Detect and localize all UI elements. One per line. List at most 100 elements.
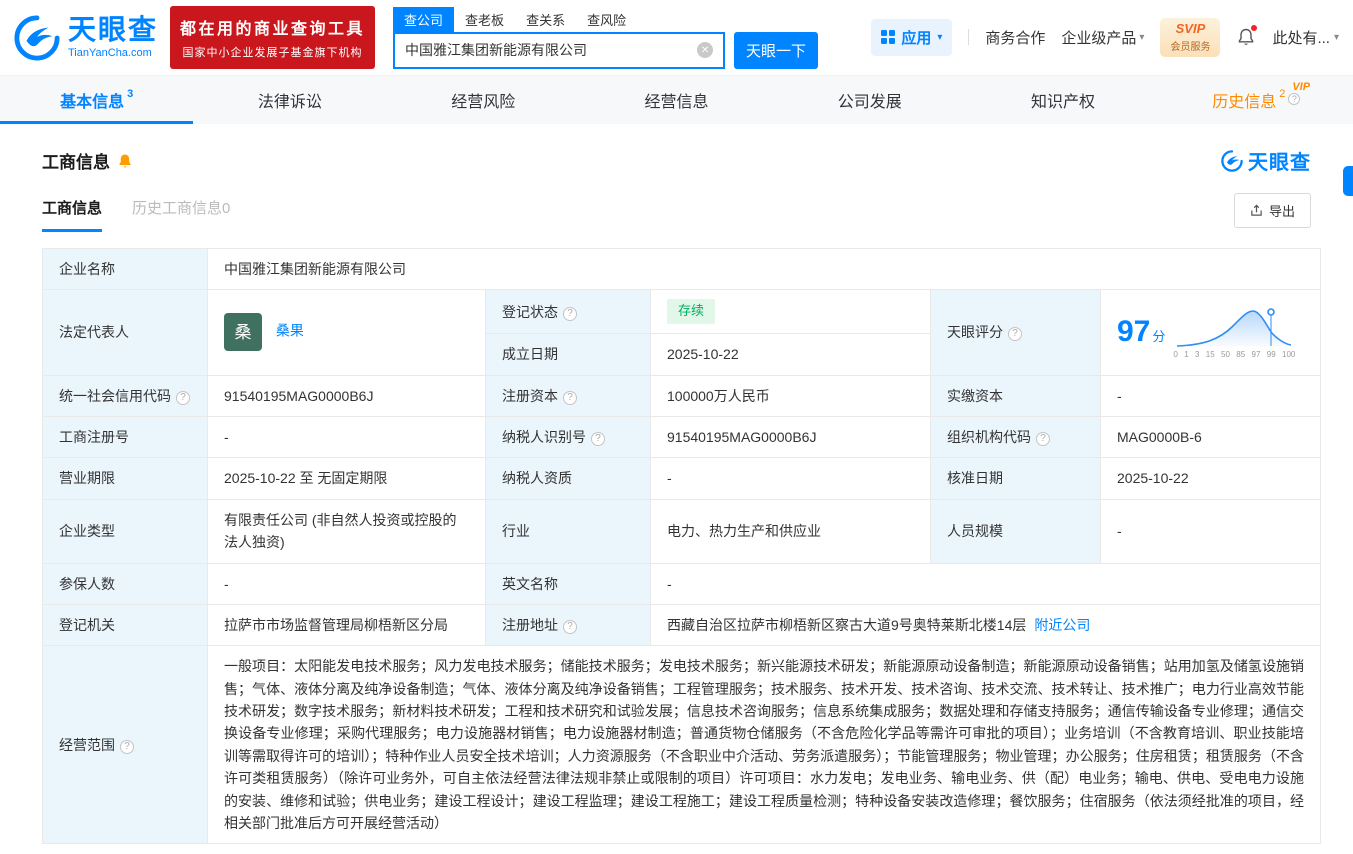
- promo-line1: 都在用的商业查询工具: [180, 21, 366, 38]
- tianyancha-logo-icon: [14, 14, 60, 60]
- field-label-cell: 成立日期: [485, 333, 651, 376]
- notification-bell-icon[interactable]: [1236, 25, 1258, 47]
- business-term-value: 2025-10-22 至 无固定期限: [207, 457, 486, 500]
- help-icon[interactable]: ?: [563, 619, 577, 634]
- search-input-wrap: ✕: [393, 31, 726, 69]
- staff-size-value: -: [1100, 498, 1321, 564]
- axis-tick: 1: [1184, 349, 1189, 359]
- field-label-cell: 经营范围?: [42, 645, 208, 845]
- credit-code-value: 91540195MAG0000B6J: [207, 374, 486, 417]
- field-label-cell: 营业期限: [42, 457, 208, 500]
- table-row: 工商注册号 - 纳税人识别号? 91540195MAG0000B6J 组织机构代…: [42, 415, 1321, 459]
- search-tab-relation[interactable]: 查关系: [515, 7, 576, 32]
- tab-operating-info[interactable]: 经营信息: [580, 76, 773, 124]
- apps-button[interactable]: 应用 ▾: [871, 18, 953, 56]
- legal-rep-avatar[interactable]: 桑: [224, 313, 262, 352]
- table-row: 经营范围? 一般项目：太阳能发电技术服务；风力发电技术服务；储能技术服务；发电技…: [42, 645, 1321, 845]
- subscribe-bell-icon[interactable]: [117, 153, 133, 169]
- nearby-companies-link[interactable]: 附近公司: [1034, 617, 1090, 633]
- vip-tag: VIP: [1292, 81, 1311, 93]
- field-label: 纳税人资质: [502, 470, 572, 487]
- tab-history-info[interactable]: VIP 历史信息 2 ?: [1160, 76, 1353, 124]
- tab-basic-info[interactable]: 基本信息 3: [0, 76, 194, 124]
- tab-label: 历史信息: [1212, 94, 1277, 111]
- field-label-cell: 英文名称: [485, 562, 651, 605]
- axis-tick: 100: [1282, 349, 1296, 359]
- axis-tick: 50: [1221, 349, 1230, 359]
- user-menu[interactable]: 此处有... ▾: [1272, 27, 1339, 48]
- help-icon[interactable]: ?: [563, 390, 577, 405]
- subtab-business-info[interactable]: 工商信息: [42, 197, 103, 232]
- field-value: 91540195MAG0000B6J: [667, 428, 817, 445]
- field-value: -: [667, 470, 672, 487]
- help-icon[interactable]: ?: [591, 431, 605, 446]
- tianyancha-logo[interactable]: 天眼查 TianYanCha.com: [14, 14, 158, 61]
- search-row: ✕ 天眼一下: [393, 31, 819, 69]
- field-label: 人员规模: [947, 522, 1003, 539]
- field-label: 统一社会信用代码: [59, 387, 171, 404]
- help-icon[interactable]: ?: [1008, 327, 1022, 342]
- field-value: MAG0000B-6: [1117, 428, 1202, 445]
- field-label: 经营范围: [59, 736, 115, 753]
- table-row: 法定代表人 桑 桑果 登记状态? 存续 天眼评分? 97 分 0 1 3 15 …: [42, 289, 1321, 376]
- field-label: 天眼评分: [947, 324, 1003, 341]
- notification-dot: [1251, 25, 1258, 32]
- field-value: 有限责任公司 (非自然人投资或控股的法人独资): [224, 511, 457, 551]
- field-label: 参保人数: [59, 575, 115, 592]
- brand-text: 天眼查: [1248, 152, 1311, 174]
- table-row: 企业名称 中国雅江集团新能源有限公司: [42, 247, 1321, 291]
- search-input[interactable]: [405, 42, 698, 58]
- tab-intellectual-property[interactable]: 知识产权: [966, 76, 1159, 124]
- tab-legal-proceedings[interactable]: 法律诉讼: [193, 76, 386, 124]
- search-button[interactable]: 天眼一下: [734, 31, 819, 69]
- field-label-cell: 法定代表人: [42, 289, 208, 376]
- help-icon[interactable]: ?: [1036, 431, 1050, 446]
- field-label-cell: 组织机构代码?: [930, 415, 1101, 459]
- subtab-history-business-info[interactable]: 历史工商信息0: [132, 197, 230, 232]
- score-number: 97 分: [1117, 308, 1165, 356]
- axis-tick: 0: [1173, 349, 1178, 359]
- svip-label: SVIP: [1175, 21, 1206, 37]
- nav-cooperation[interactable]: 商务合作: [985, 27, 1045, 48]
- svip-sublabel: 会员服务: [1170, 41, 1211, 53]
- section-header: 工商信息 天眼查: [42, 124, 1311, 175]
- tab-company-development[interactable]: 公司发展: [773, 76, 966, 124]
- field-label: 登记机关: [59, 616, 115, 633]
- company-type-value: 有限责任公司 (非自然人投资或控股的法人独资): [207, 498, 486, 564]
- legal-rep-link[interactable]: 桑果: [276, 323, 304, 339]
- field-label: 英文名称: [502, 575, 558, 592]
- field-label-cell: 行业: [485, 498, 651, 564]
- search-tab-boss[interactable]: 查老板: [454, 7, 515, 32]
- brand-watermark: 天眼查: [1221, 146, 1311, 175]
- score-cell[interactable]: 97 分 0 1 3 15 50 85 97 99 100: [1100, 289, 1321, 376]
- score-curve-chart: 0 1 3 15 50 85 97 99 100: [1173, 306, 1295, 359]
- tab-label: 公司发展: [837, 94, 902, 111]
- search-tab-risk[interactable]: 查风险: [576, 7, 637, 32]
- field-label: 登记状态: [502, 303, 558, 320]
- field-label-cell: 实缴资本: [930, 374, 1101, 417]
- search-tab-company[interactable]: 查公司: [393, 6, 455, 32]
- promo-line2: 国家中小企业发展子基金旗下机构: [182, 47, 363, 59]
- side-widget[interactable]: [1343, 166, 1353, 196]
- field-label: 注册资本: [502, 387, 558, 404]
- help-icon[interactable]: ?: [563, 306, 577, 321]
- nav-enterprise[interactable]: 企业级产品 ▾: [1061, 27, 1144, 48]
- table-row: 参保人数 - 英文名称 -: [42, 562, 1321, 605]
- help-icon[interactable]: ?: [120, 739, 134, 754]
- export-button[interactable]: 导出: [1233, 193, 1311, 228]
- clear-icon[interactable]: ✕: [697, 42, 714, 58]
- tab-operating-risk[interactable]: 经营风险: [387, 76, 580, 124]
- field-value: 西藏自治区拉萨市柳梧新区察古大道9号奥特莱斯北楼14层: [667, 616, 1027, 633]
- help-icon[interactable]: ?: [176, 390, 190, 405]
- field-label: 行业: [502, 522, 530, 539]
- score-unit: 分: [1152, 329, 1166, 345]
- business-info-table: 企业名称 中国雅江集团新能源有限公司 法定代表人 桑 桑果 登记状态? 存续 天…: [42, 247, 1321, 845]
- caret-down-icon: ▾: [1333, 31, 1339, 43]
- score-widget: 97 分 0 1 3 15 50 85 97 99 100: [1117, 306, 1304, 359]
- field-value: 100000万人民币: [667, 387, 770, 404]
- field-value: -: [1117, 387, 1122, 404]
- search-type-tabs: 查公司 查老板 查关系 查风险: [393, 6, 818, 32]
- svip-badge[interactable]: SVIP 会员服务: [1160, 18, 1221, 57]
- field-value: 一般项目：太阳能发电技术服务；风力发电技术服务；储能技术服务；发电技术服务；新兴…: [224, 658, 1304, 832]
- main-content: 工商信息 天眼查 工商信息 历史工商信息0 导出 企业名称 中国雅江集团新能源有…: [0, 124, 1353, 854]
